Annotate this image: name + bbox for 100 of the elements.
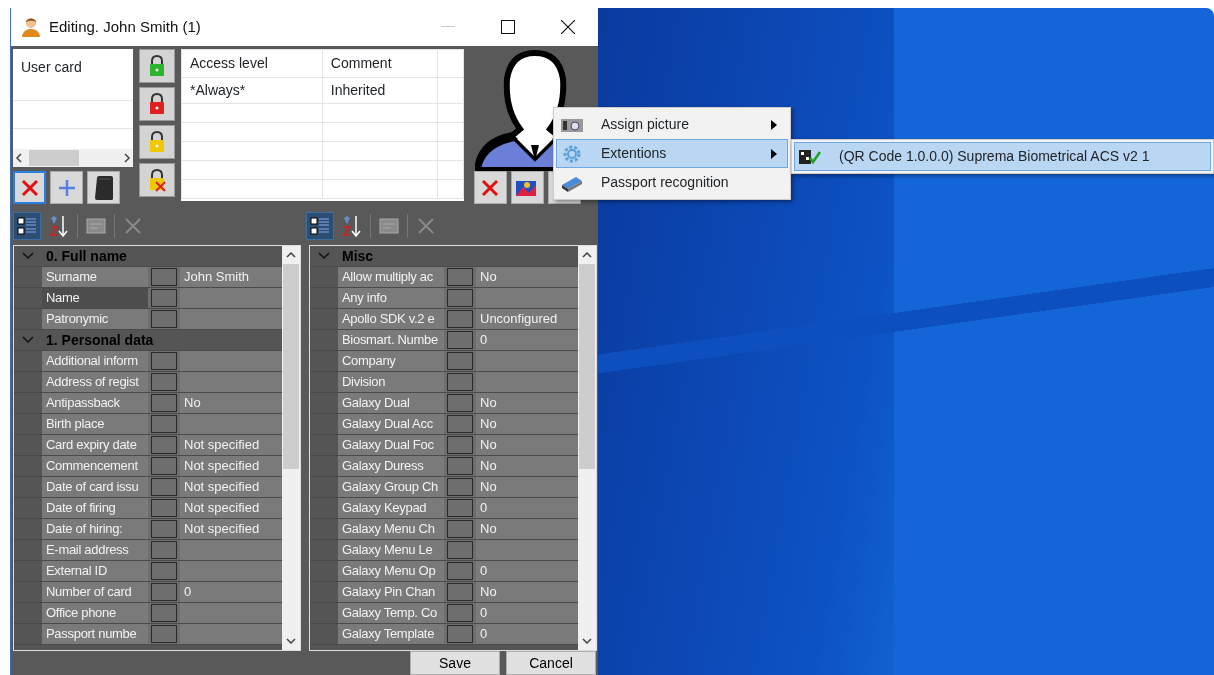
property-value[interactable]: No [476,393,578,413]
lock-button[interactable] [139,163,175,197]
property-value[interactable]: No [476,456,578,476]
property-value[interactable]: Not specified [180,435,282,455]
value-cell[interactable] [180,624,282,644]
property-name[interactable]: Apollo SDK v.2 e [338,309,444,329]
property-name[interactable]: Galaxy Menu Ch [338,519,444,539]
property-name[interactable]: E-mail address [42,540,148,560]
list-icon [17,216,37,237]
value-cell[interactable] [180,414,282,434]
property-value[interactable]: No [476,477,578,497]
property-value[interactable]: 0 [180,582,282,602]
property-name[interactable]: Date of firing [42,498,148,518]
property-value[interactable]: John Smith [180,267,282,287]
property-name[interactable]: Patronymic [42,309,148,329]
property-value[interactable]: 0 [476,561,578,581]
scroll-thumb[interactable] [579,264,595,469]
property-value[interactable]: No [476,582,578,602]
property-name[interactable]: Name [42,288,148,308]
categorized-button[interactable] [13,212,41,241]
value-cell[interactable] [180,540,282,560]
photo-button[interactable] [473,171,507,204]
property-value[interactable]: Not specified [180,519,282,539]
lock-button[interactable] [139,87,175,121]
value-cell[interactable] [180,351,282,371]
property-name[interactable]: Galaxy Keypad [338,498,444,518]
property-name[interactable]: Date of card issu [42,477,148,497]
property-name[interactable]: Additional inform [42,351,148,371]
property-name[interactable]: Allow multiply ac [338,267,444,287]
property-name[interactable]: External ID [42,561,148,581]
menu-item[interactable]: (QR Code 1.0.0.0) Suprema Biometrical ACS v2 1 [794,142,1211,171]
property-name[interactable]: Address of regist [42,372,148,392]
property-name[interactable]: Number of card [42,582,148,602]
value-cell[interactable] [180,561,282,581]
property-name[interactable]: Galaxy Temp. Co [338,603,444,623]
property-value[interactable]: No [476,414,578,434]
property-name[interactable]: Galaxy Menu Op [338,561,444,581]
value-cell[interactable] [476,372,578,392]
menu-item[interactable]: Passport recognition [556,168,788,197]
scroll-thumb[interactable] [29,150,79,166]
card-button[interactable] [87,171,120,204]
menu-item[interactable]: Assign picture [556,110,788,139]
value-cell[interactable] [476,540,578,560]
vertical-scrollbar[interactable] [282,246,300,650]
property-name[interactable]: Company [338,351,444,371]
delete-icon [124,217,142,236]
property-name[interactable]: Birth place [42,414,148,434]
property-name[interactable]: Galaxy Menu Le [338,540,444,560]
qr-check-icon [798,147,822,166]
horizontal-scrollbar[interactable] [13,149,133,167]
property-name[interactable]: Galaxy Duress [338,456,444,476]
lock-button[interactable] [139,125,175,159]
property-value[interactable]: No [180,393,282,413]
lock-button[interactable] [139,49,175,83]
column-header[interactable]: Access level [181,49,323,78]
dialog-button[interactable]: Save [410,651,500,675]
property-value[interactable]: Not specified [180,498,282,518]
property-name[interactable]: Galaxy Dual Foc [338,435,444,455]
categorized-button[interactable] [305,212,334,241]
property-name[interactable]: Galaxy Pin Chan [338,582,444,602]
property-name[interactable]: Office phone [42,603,148,623]
dialog-button[interactable]: Cancel [506,651,596,675]
chevron-left-icon[interactable] [13,152,25,164]
value-cell[interactable] [180,288,282,308]
property-value[interactable]: Not specified [180,477,282,497]
property-name[interactable]: Date of hiring: [42,519,148,539]
value-cell[interactable] [180,603,282,623]
vertical-scrollbar[interactable] [578,246,596,650]
scroll-thumb[interactable] [283,264,299,469]
property-name[interactable]: Commencement [42,456,148,476]
value-cell[interactable] [476,288,578,308]
property-value[interactable]: Not specified [180,456,282,476]
property-name[interactable]: Galaxy Group Ch [338,477,444,497]
property-name[interactable]: Any info [338,288,444,308]
value-cell[interactable] [180,309,282,329]
column-header[interactable]: Comment [322,49,438,78]
value-cell[interactable] [476,351,578,371]
property-name[interactable]: Surname [42,267,148,287]
photo-button[interactable] [510,171,544,204]
property-name[interactable]: Passport numbe [42,624,148,644]
property-value[interactable]: 0 [476,498,578,518]
property-value[interactable]: 0 [476,603,578,623]
property-name[interactable]: Galaxy Dual Acc [338,414,444,434]
property-name[interactable]: Division [338,372,444,392]
property-name[interactable]: Antipassback [42,393,148,413]
property-value[interactable]: Unconfigured [476,309,578,329]
property-name[interactable]: Biosmart. Numbe [338,330,444,350]
menu-item[interactable]: Extentions [556,139,788,168]
property-value[interactable]: 0 [476,624,578,644]
property-value[interactable]: No [476,267,578,287]
property-name[interactable]: Galaxy Dual [338,393,444,413]
form-icon [378,218,399,235]
delete-icon [480,177,500,198]
property-value[interactable]: No [476,435,578,455]
property-name[interactable]: Card expiry date [42,435,148,455]
value-cell[interactable] [180,372,282,392]
property-value[interactable]: 0 [476,330,578,350]
chevron-right-icon[interactable] [121,152,133,164]
property-value[interactable]: No [476,519,578,539]
property-name[interactable]: Galaxy Template [338,624,444,644]
